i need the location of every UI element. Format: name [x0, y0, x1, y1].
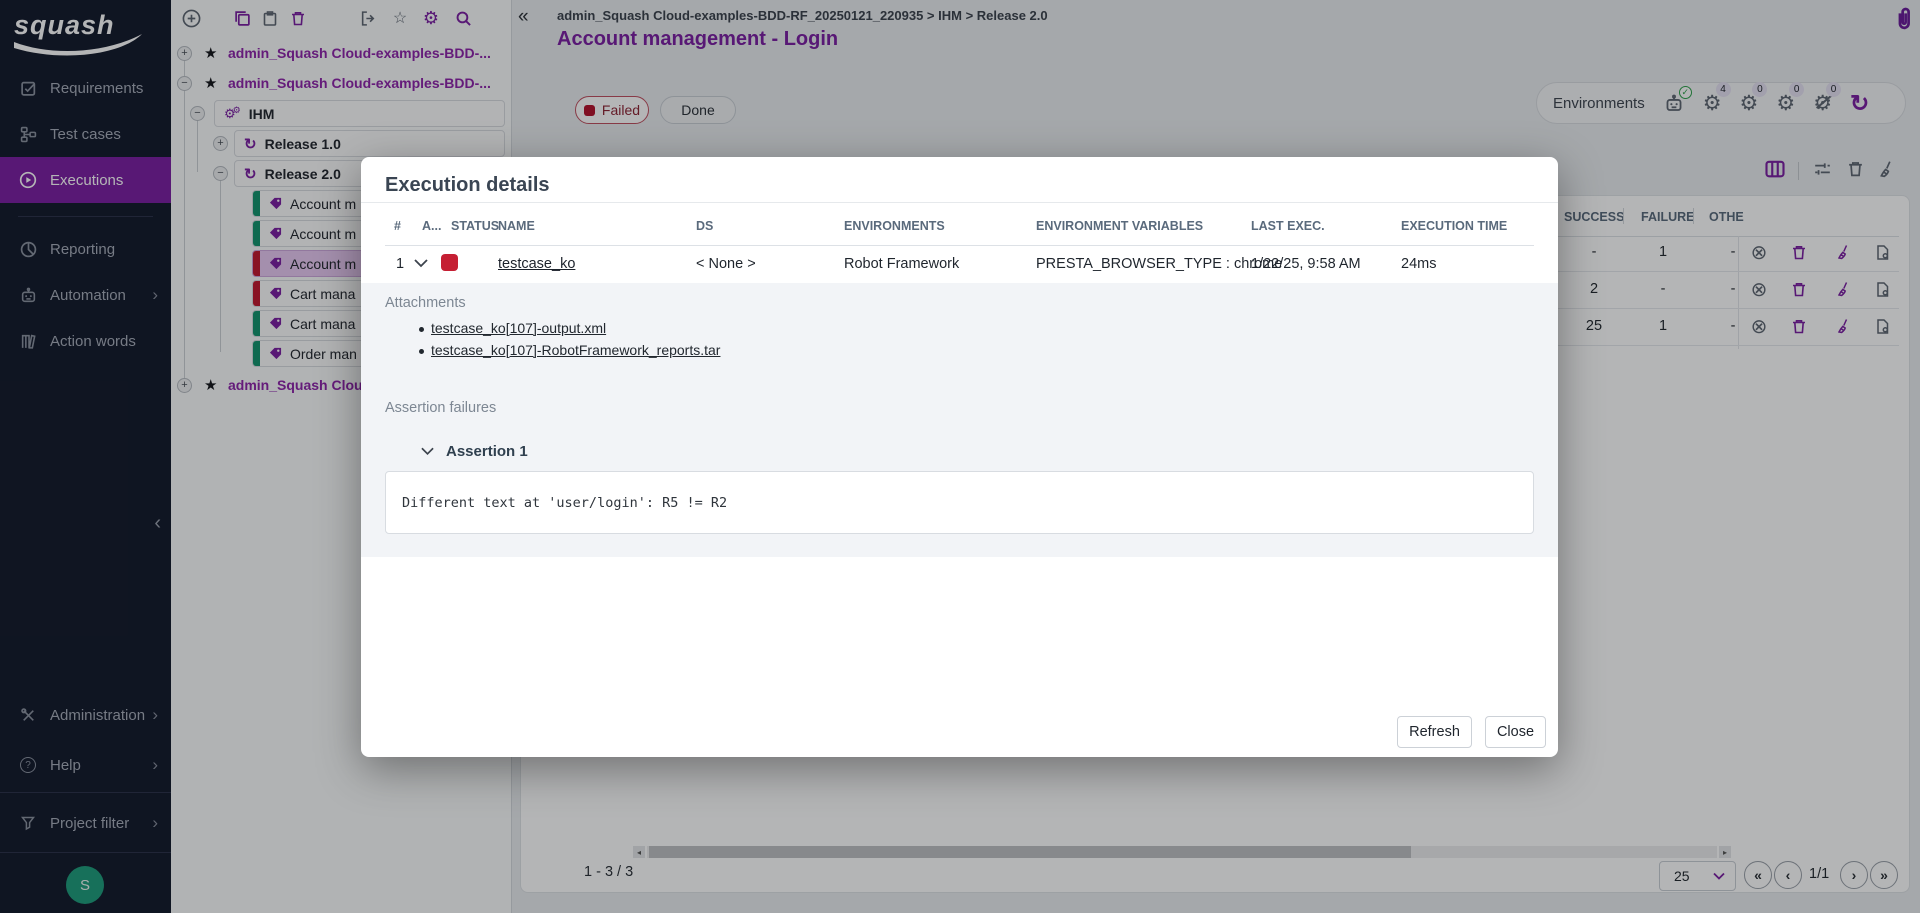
- modal-title: Execution details: [385, 174, 550, 197]
- bullet-icon: [419, 327, 424, 332]
- app-screen: squash Requirements Test cases Execution…: [0, 0, 1920, 913]
- column-header-name: NAME: [498, 219, 535, 233]
- bullet-icon: [419, 349, 424, 354]
- column-header-num: #: [394, 219, 401, 233]
- status-failed-square: [441, 254, 458, 271]
- assertion-failures-label: Assertion failures: [385, 400, 496, 416]
- chevron-down-icon: [421, 447, 434, 456]
- table-header-divider: [385, 245, 1534, 246]
- column-header-status: STATUS: [451, 219, 499, 233]
- attachments-label: Attachments: [385, 295, 466, 311]
- test-case-link[interactable]: testcase_ko: [498, 256, 575, 272]
- assertion-collapse-header[interactable]: Assertion 1: [421, 443, 528, 460]
- assertion-title: Assertion 1: [446, 443, 528, 460]
- execution-details-modal: Execution details # A... STATUS NAME DS …: [361, 157, 1558, 757]
- attachment-link[interactable]: testcase_ko[107]-output.xml: [431, 320, 606, 336]
- row-expansion-panel: Attachments testcase_ko[107]-output.xml …: [361, 283, 1558, 557]
- column-header-environment-variables: ENVIRONMENT VARIABLES: [1036, 219, 1203, 233]
- cell-environment-variables: PRESTA_BROWSER_TYPE : chrome: [1036, 256, 1282, 272]
- cell-num: 1: [396, 256, 404, 272]
- assertion-message: Different text at 'user/login': R5 != R2: [402, 495, 727, 511]
- column-header-last-exec: LAST EXEC.: [1251, 219, 1325, 233]
- modal-title-divider: [361, 202, 1558, 203]
- column-header-ds: DS: [696, 219, 713, 233]
- assertion-message-box: Different text at 'user/login': R5 != R2: [385, 471, 1534, 534]
- refresh-button[interactable]: Refresh: [1397, 716, 1472, 748]
- cell-environments: Robot Framework: [844, 256, 959, 272]
- cell-last-exec: 1/22/25, 9:58 AM: [1251, 256, 1361, 272]
- column-header-auto: A...: [422, 219, 441, 233]
- column-header-execution-time: EXECUTION TIME: [1401, 219, 1507, 233]
- cell-execution-time: 24ms: [1401, 256, 1436, 272]
- column-header-environments: ENVIRONMENTS: [844, 219, 945, 233]
- attachment-link[interactable]: testcase_ko[107]-RobotFramework_reports.…: [431, 342, 720, 358]
- row-collapse-chevron-icon[interactable]: [414, 259, 428, 268]
- cell-ds: < None >: [696, 256, 756, 272]
- close-button[interactable]: Close: [1485, 716, 1546, 748]
